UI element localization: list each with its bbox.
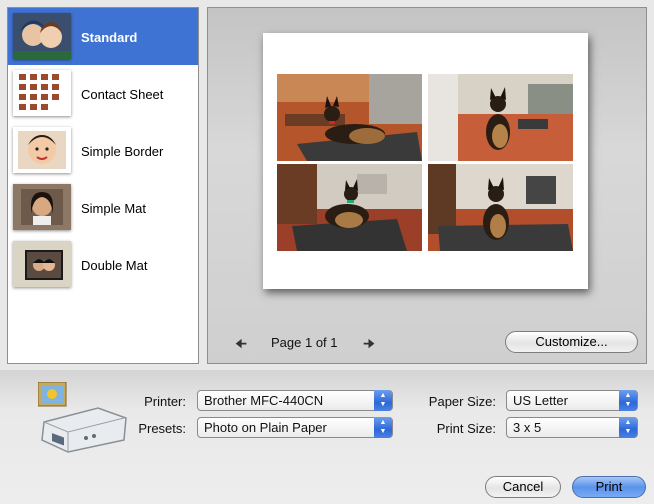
left-arrow-icon[interactable]: 🠈 [235,335,247,357]
printer-value: Brother MFC-440CN [204,393,324,408]
print-button[interactable]: Print [572,476,646,498]
page-navigator: 🠈 Page 1 of 1 🠊 [235,335,385,351]
printer-label: Printer: [144,394,186,409]
right-arrow-icon[interactable]: 🠊 [363,335,375,357]
presets-value: Photo on Plain Paper [204,420,327,435]
paper-size-value: US Letter [513,393,568,408]
presets-select[interactable]: Photo on Plain Paper ▲ ▼ [197,417,393,438]
popup-arrows-icon: ▲ ▼ [374,417,392,438]
template-label: Standard [81,30,138,45]
template-item-contact-sheet[interactable]: Contact Sheet [8,65,198,122]
template-list: Standard Contact Sheet Simple Border Sim… [7,7,199,364]
print-size-select[interactable]: 3 x 5 ▲ ▼ [506,417,638,438]
template-label: Contact Sheet [81,87,164,102]
presets-label: Presets: [138,421,186,436]
photo-dog-on-mat[interactable] [277,74,422,161]
standard-thumbnail [13,13,71,59]
printer-icon [37,381,130,454]
template-item-standard[interactable]: Standard [8,8,198,65]
template-label: Simple Mat [81,201,147,216]
simple-mat-thumbnail [13,184,71,230]
print-preview-area: 🠈 Page 1 of 1 🠊 Customize... [207,7,647,364]
photo-dog-sitting-mat[interactable] [428,164,573,251]
print-settings-bar: Printer: Brother MFC-440CN ▲ ▼ Presets: P… [0,370,654,504]
popup-arrows-icon: ▲ ▼ [374,390,392,411]
printer-select[interactable]: Brother MFC-440CN ▲ ▼ [197,390,393,411]
customize-button[interactable]: Customize... [505,331,638,353]
template-label: Double Mat [81,258,148,273]
double-mat-thumbnail [13,241,71,287]
page-indicator: Page 1 of 1 [271,335,338,350]
popup-arrows-icon: ▲ ▼ [619,390,637,411]
cancel-button[interactable]: Cancel [485,476,561,498]
photo-dog-sitting-porch[interactable] [428,74,573,161]
popup-arrows-icon: ▲ ▼ [619,417,637,438]
photo-dog-lying-mat[interactable] [277,164,422,251]
template-label: Simple Border [81,144,164,159]
page-preview [263,33,588,289]
paper-size-label: Paper Size: [428,394,496,409]
print-size-value: 3 x 5 [513,420,542,435]
print-size-label: Print Size: [436,421,496,436]
contact-sheet-thumbnail [13,70,71,116]
simple-border-thumbnail [13,127,71,173]
template-item-simple-border[interactable]: Simple Border [8,122,198,179]
template-item-double-mat[interactable]: Double Mat [8,236,198,293]
template-item-simple-mat[interactable]: Simple Mat [8,179,198,236]
paper-size-select[interactable]: US Letter ▲ ▼ [506,390,638,411]
